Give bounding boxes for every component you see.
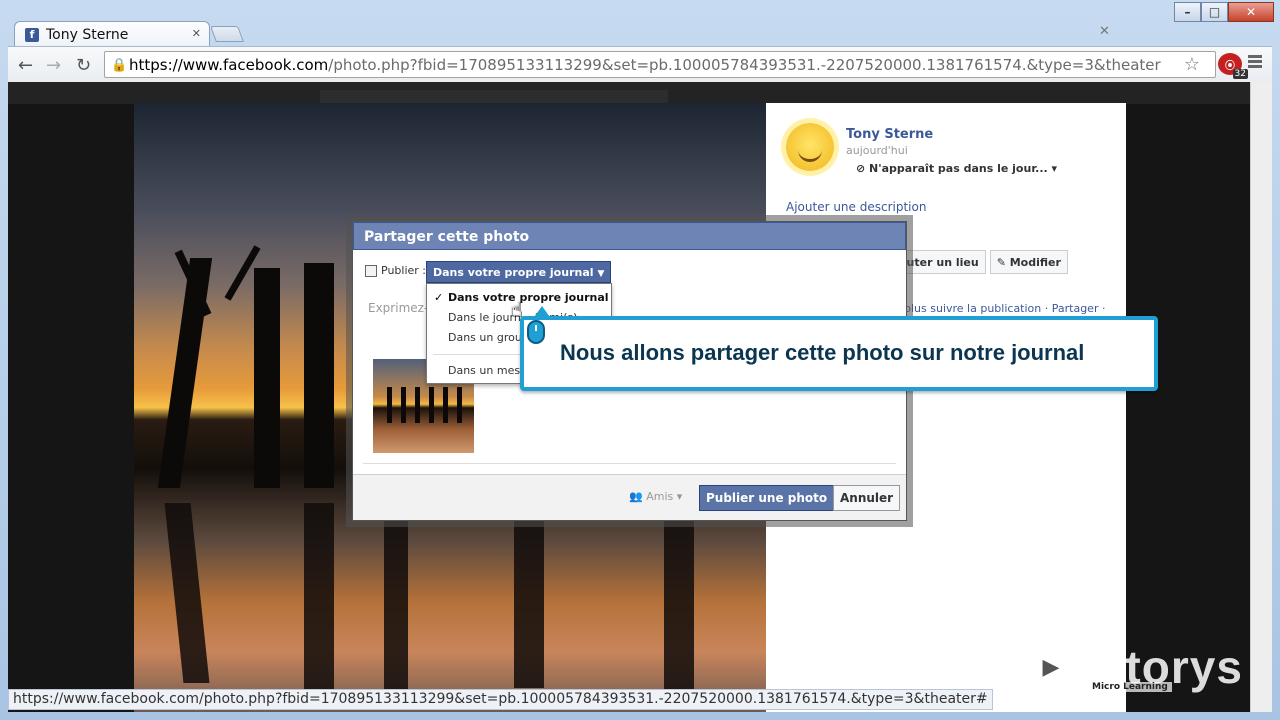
watermark-subtitle: Micro Learning [1088, 682, 1172, 692]
tutorial-callout: Nous allons partager cette photo sur not… [520, 316, 1158, 391]
hand-cursor-icon: ☝ [510, 297, 523, 321]
divider [363, 463, 896, 464]
menu-icon[interactable] [1248, 55, 1262, 70]
message-input[interactable]: Exprimez- [368, 301, 428, 315]
menu-item-own-timeline[interactable]: Dans votre propre journal [448, 291, 609, 304]
publish-row: Publier : [365, 264, 426, 277]
extension-badge: 32 [1232, 69, 1248, 79]
address-bar[interactable]: 🔒 https://www.facebook.com/photo.php?fbi… [104, 51, 1216, 78]
minimize-button[interactable]: – [1174, 2, 1201, 22]
url-host: https://www.facebook.com [129, 55, 329, 74]
search-bar [320, 90, 668, 104]
back-arrow-icon[interactable]: ← [18, 55, 33, 76]
edit-button[interactable]: ✎ Modifier [989, 250, 1068, 274]
privacy-label: Amis [646, 490, 674, 503]
bookmark-star-icon[interactable]: ☆ [1184, 54, 1200, 75]
add-description-link[interactable]: Ajouter une description [786, 200, 926, 214]
visibility-selector[interactable]: ⊘ N'apparaît pas dans le jour... ▾ [856, 162, 1057, 175]
side-actions: outer un lieu ✎ Modifier [892, 250, 1068, 274]
edit-label: Modifier [1009, 256, 1061, 269]
status-bar: https://www.facebook.com/photo.php?fbid=… [8, 689, 993, 710]
mouse-icon [527, 320, 545, 344]
forward-arrow-icon[interactable]: → [46, 55, 61, 76]
author-name[interactable]: Tony Sterne [846, 127, 933, 142]
tab-title: Tony Sterne [46, 26, 129, 43]
maximize-button[interactable]: □ [1201, 2, 1228, 22]
dialog-title: Partager cette photo [353, 222, 906, 250]
privacy-selector[interactable]: 👥 Amis ▾ [629, 490, 682, 503]
visibility-label: N'apparaît pas dans le jour... [869, 162, 1048, 175]
close-theater-icon[interactable]: ✕ [1099, 24, 1110, 39]
play-icon: ▶ [1026, 642, 1076, 692]
extension-icon[interactable]: ⦿ 32 [1218, 53, 1248, 79]
callout-text: Nous allons partager cette photo sur not… [560, 340, 1085, 365]
publish-label: Publier : [381, 264, 426, 277]
post-actions[interactable]: plus suivre la publication · Partager · [904, 302, 1105, 315]
post-time[interactable]: aujourd'hui [846, 144, 908, 157]
watermark: ▶ tutorys Micro Learning [1026, 640, 1243, 694]
lock-icon: 🔒 [111, 57, 128, 73]
check-icon: ✓ [434, 291, 444, 304]
window-controls: – □ ✕ [1174, 2, 1274, 22]
url-path: /photo.php?fbid=170895133113299&set=pb.1… [328, 55, 1161, 74]
close-window-button[interactable]: ✕ [1228, 2, 1274, 22]
share-destination-select[interactable]: Dans votre propre journal ▼ [426, 261, 612, 283]
scrollbar[interactable] [1250, 82, 1272, 712]
browser-tab[interactable]: f Tony Sterne ✕ [14, 21, 210, 47]
browser-toolbar: ← → ↻ 🔒 https://www.facebook.com/photo.p… [8, 46, 1272, 82]
facebook-icon: f [25, 27, 39, 42]
cancel-button[interactable]: Annuler [833, 485, 901, 511]
facebook-header [8, 82, 1250, 104]
share-destination-value: Dans votre propre journal [433, 266, 594, 279]
new-tab-button[interactable] [210, 26, 244, 42]
publish-photo-button[interactable]: Publier une photo [699, 485, 835, 511]
publish-icon [365, 264, 377, 277]
tab-close-icon[interactable]: ✕ [192, 27, 201, 40]
avatar[interactable] [786, 123, 834, 171]
dialog-footer: 👥 Amis ▾ Publier une photo Annuler [353, 474, 906, 520]
reload-icon[interactable]: ↻ [76, 55, 91, 76]
chevron-down-icon: ▼ [597, 269, 605, 279]
